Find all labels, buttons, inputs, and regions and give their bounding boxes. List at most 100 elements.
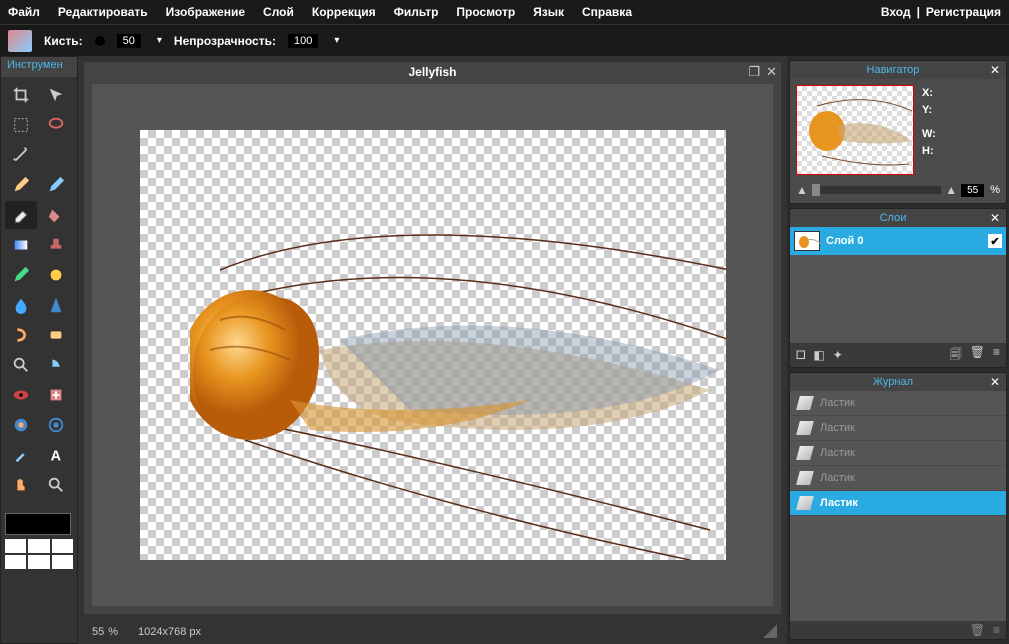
- journal-item[interactable]: Ластик: [790, 391, 1006, 416]
- type-tool-icon[interactable]: A: [40, 441, 72, 469]
- layers-panel: Слои ✕ Слой 0 ✔ 🞐 ◧ ✦ 🗐 🗑: [789, 208, 1007, 368]
- bloat-tool-icon[interactable]: [5, 411, 37, 439]
- move-tool-icon[interactable]: [40, 81, 72, 109]
- burn-tool-icon[interactable]: [40, 351, 72, 379]
- zoom-value: 55: [92, 626, 104, 638]
- navigator-panel: Навигатор ✕ X: Y: W: H: ▲ ▲ 55: [789, 60, 1007, 204]
- menu-help[interactable]: Справка: [582, 5, 632, 19]
- close-icon[interactable]: ✕: [990, 63, 1000, 77]
- journal-title: Журнал: [796, 376, 990, 388]
- smudge-tool-icon[interactable]: [5, 321, 37, 349]
- color-preset[interactable]: [5, 539, 26, 553]
- brush-tool-icon[interactable]: [40, 171, 72, 199]
- brush-size-value[interactable]: 50: [117, 34, 141, 48]
- close-icon[interactable]: ✕: [990, 375, 1000, 389]
- register-link[interactable]: Регистрация: [926, 5, 1001, 19]
- main-area: Инструмен A: [0, 56, 1009, 644]
- opacity-dropdown-icon[interactable]: ▾: [334, 35, 339, 46]
- journal-delete-icon[interactable]: 🗑: [970, 623, 985, 637]
- menu-file[interactable]: Файл: [8, 5, 40, 19]
- canvas-title: Jellyfish: [408, 65, 456, 79]
- layer-thumbnail[interactable]: [794, 231, 820, 251]
- menu-language[interactable]: Язык: [533, 5, 564, 19]
- canvas[interactable]: [140, 130, 726, 560]
- zoom-in-icon[interactable]: ▲: [945, 183, 957, 197]
- brush-dropdown-icon[interactable]: ▾: [157, 35, 162, 46]
- opacity-value[interactable]: 100: [288, 34, 318, 48]
- color-preset[interactable]: [5, 555, 26, 569]
- menu-edit[interactable]: Редактировать: [58, 5, 148, 19]
- zoom-tool-icon[interactable]: [40, 471, 72, 499]
- layer-row[interactable]: Слой 0 ✔: [790, 227, 1006, 255]
- statusbar: 55 % 1024x768 px: [92, 626, 201, 638]
- sharpen-tool-icon[interactable]: [40, 291, 72, 319]
- menu-layer[interactable]: Слой: [263, 5, 294, 19]
- canvas-area[interactable]: [92, 84, 773, 606]
- menu-view[interactable]: Просмотр: [456, 5, 515, 19]
- brush-preview-icon[interactable]: [95, 36, 105, 46]
- replace-color-tool-icon[interactable]: [5, 261, 37, 289]
- separator: |: [917, 5, 920, 19]
- layer-more-icon[interactable]: ≡: [993, 345, 1000, 366]
- layer-styles-icon[interactable]: ✦: [833, 348, 843, 363]
- redeye-tool-icon[interactable]: [5, 381, 37, 409]
- zoom-out-icon[interactable]: ▲: [796, 183, 808, 197]
- blur-tool-icon[interactable]: [5, 291, 37, 319]
- hand-tool-icon[interactable]: [5, 471, 37, 499]
- lasso-tool-icon[interactable]: [40, 111, 72, 139]
- color-preset[interactable]: [52, 539, 73, 553]
- layer-delete-icon[interactable]: 🗑: [970, 345, 985, 366]
- sponge-tool-icon[interactable]: [40, 321, 72, 349]
- gradient-tool-icon[interactable]: [5, 231, 37, 259]
- color-preset[interactable]: [28, 555, 49, 569]
- stamp-tool-icon[interactable]: [40, 231, 72, 259]
- journal-item[interactable]: Ластик: [790, 491, 1006, 516]
- close-icon[interactable]: ✕: [766, 64, 777, 80]
- layer-mask-icon[interactable]: ◧: [813, 348, 824, 363]
- login-link[interactable]: Вход: [881, 5, 911, 19]
- menubar-left: Файл Редактировать Изображение Слой Корр…: [8, 5, 632, 19]
- nav-y-label: Y:: [922, 102, 936, 119]
- navigator-title: Навигатор: [796, 64, 990, 76]
- spot-heal-tool-icon[interactable]: [40, 381, 72, 409]
- draw-tool-icon[interactable]: [40, 261, 72, 289]
- color-preset[interactable]: [52, 555, 73, 569]
- menu-image[interactable]: Изображение: [166, 5, 245, 19]
- journal-more-icon[interactable]: ≡: [993, 623, 1000, 637]
- pinch-tool-icon[interactable]: [40, 411, 72, 439]
- eraser-icon: [796, 421, 814, 435]
- pencil-tool-icon[interactable]: [5, 171, 37, 199]
- dodge-tool-icon[interactable]: [5, 351, 37, 379]
- wand-tool-icon[interactable]: [5, 141, 37, 169]
- marquee-tool-icon[interactable]: [5, 111, 37, 139]
- jellyfish-image: [190, 220, 726, 560]
- layer-name: Слой 0: [826, 235, 982, 247]
- eyedropper-tool-icon[interactable]: [5, 441, 37, 469]
- crop-tool-icon[interactable]: [5, 81, 37, 109]
- navigator-thumbnail[interactable]: [796, 85, 914, 175]
- menu-filter[interactable]: Фильтр: [394, 5, 439, 19]
- color-preset[interactable]: [28, 539, 49, 553]
- journal-item[interactable]: Ластик: [790, 466, 1006, 491]
- bucket-tool-icon[interactable]: [40, 201, 72, 229]
- layer-new-icon[interactable]: 🗐: [950, 345, 962, 366]
- current-tool-icon[interactable]: [8, 30, 32, 52]
- nav-w-label: W:: [922, 126, 936, 143]
- foreground-color[interactable]: [5, 513, 71, 535]
- journal-item[interactable]: Ластик: [790, 416, 1006, 441]
- layers-footer: 🞐 ◧ ✦ 🗐 🗑 ≡: [790, 343, 1006, 367]
- zoom-slider-handle[interactable]: [812, 184, 820, 196]
- detach-icon[interactable]: ❐: [748, 64, 760, 80]
- close-icon[interactable]: ✕: [990, 211, 1000, 225]
- menu-correction[interactable]: Коррекция: [312, 5, 376, 19]
- eraser-icon: [796, 471, 814, 485]
- journal-item[interactable]: Ластик: [790, 441, 1006, 466]
- nav-zoom-value[interactable]: 55: [961, 184, 984, 197]
- zoom-slider-track[interactable]: [812, 186, 941, 194]
- brush-label: Кисть:: [44, 34, 83, 48]
- resize-handle-icon[interactable]: [763, 624, 777, 638]
- layer-visibility-checkbox[interactable]: ✔: [988, 234, 1002, 248]
- layer-settings-icon[interactable]: 🞐: [796, 348, 805, 363]
- eraser-tool-icon[interactable]: [5, 201, 37, 229]
- menubar-right: Вход | Регистрация: [881, 5, 1001, 19]
